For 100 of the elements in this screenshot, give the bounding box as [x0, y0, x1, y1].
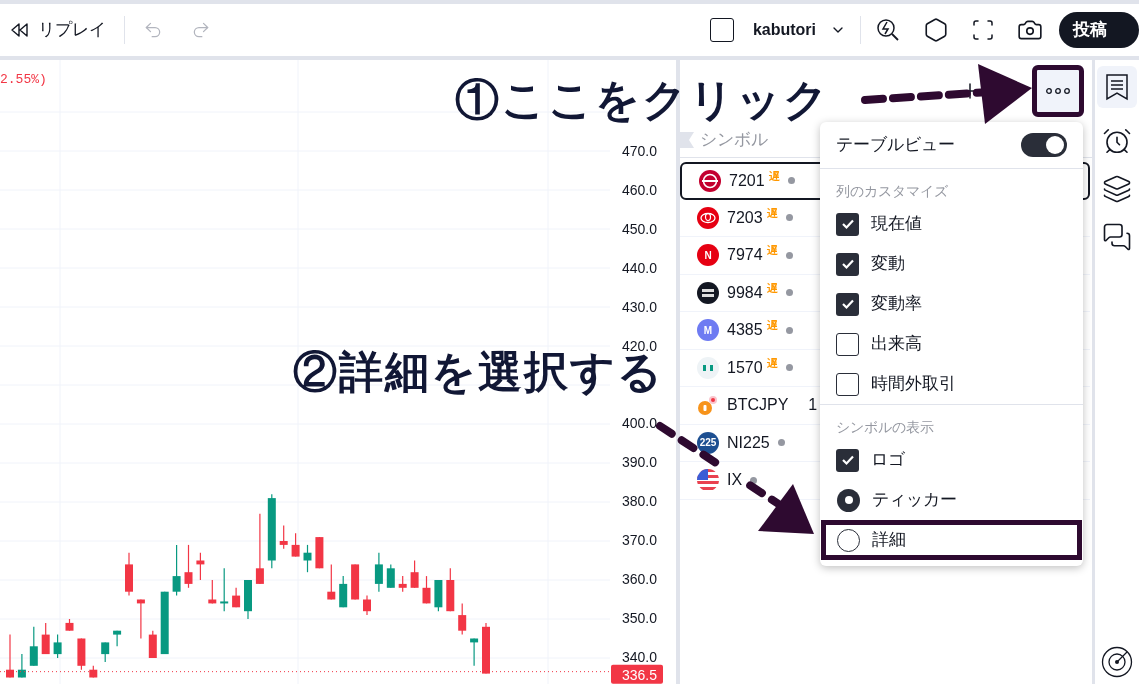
replay-button[interactable]: リプレイ	[10, 17, 106, 43]
price-axis-label: 390.0	[621, 454, 657, 470]
publish-button[interactable]: 投稿	[1059, 12, 1139, 48]
candlestick	[101, 641, 110, 663]
candlestick	[29, 626, 38, 667]
checkbox[interactable]	[836, 448, 859, 472]
checkbox[interactable]	[836, 372, 859, 396]
target-icon[interactable]	[1101, 646, 1133, 678]
delayed-tag: 遅	[768, 167, 780, 184]
symbol-text: 4385	[727, 320, 763, 341]
delayed-tag: 遅	[766, 354, 778, 371]
candlestick	[470, 637, 479, 667]
price-axis-label: 340.0	[621, 649, 657, 665]
checkbox[interactable]	[836, 332, 859, 356]
alarm-clock-icon[interactable]	[1102, 126, 1132, 156]
candlestick	[184, 544, 193, 589]
candlestick	[125, 552, 133, 597]
symbol-text: 9984	[727, 282, 763, 303]
flag-icon	[680, 131, 694, 148]
menu-item[interactable]: 詳細	[821, 520, 1082, 560]
list-bookmark-icon	[1105, 73, 1129, 101]
candlestick	[77, 637, 86, 671]
symbol-text: 7201	[729, 170, 765, 191]
toggle-switch[interactable]	[1021, 133, 1067, 157]
candlestick	[422, 575, 431, 604]
candlestick	[113, 630, 122, 647]
checkbox[interactable]	[836, 252, 859, 276]
candlestick	[255, 513, 264, 585]
candlestick	[339, 575, 348, 608]
layout-name-button[interactable]: kabutori	[752, 18, 816, 42]
candlestick	[41, 622, 50, 655]
hexagon-icon[interactable]	[923, 17, 949, 43]
radio-button[interactable]	[837, 528, 860, 552]
watchlist-tab[interactable]	[1097, 66, 1137, 108]
layers-icon[interactable]	[1102, 174, 1132, 204]
candlestick	[327, 563, 336, 601]
symbol-text: NI225	[727, 432, 770, 453]
menu-item[interactable]: ティッカー	[821, 480, 1082, 520]
candlestick	[374, 552, 383, 593]
rewind-icon	[10, 23, 30, 37]
section-title: シンボルの表示	[835, 418, 935, 437]
candlestick	[410, 559, 419, 589]
menu-item-label: 出来高	[871, 333, 922, 356]
candlestick	[279, 524, 288, 550]
price-axis-label: 360.0	[621, 571, 657, 587]
price-axis-label: 470.0	[621, 143, 657, 159]
candlestick	[446, 567, 455, 612]
logo-icon: N	[697, 244, 719, 267]
symbol-text: 7203	[727, 207, 763, 228]
symbol-text: IX	[727, 470, 743, 491]
price-axis-label: 450.0	[621, 221, 657, 237]
menu-item-label: ロゴ	[871, 449, 905, 472]
candlestick	[53, 634, 62, 659]
candlestick	[208, 579, 217, 604]
checkbox-square-icon[interactable]	[709, 18, 734, 42]
chat-icon[interactable]	[1102, 222, 1132, 252]
price-axis-label: 400.0	[621, 415, 657, 431]
candlestick	[196, 552, 205, 581]
more-button[interactable]	[1032, 65, 1084, 117]
delayed-tag: 遅	[766, 279, 778, 296]
column-header: シンボル	[700, 128, 768, 151]
logo-icon: 225	[697, 431, 719, 454]
menu-item-label: 現在値	[871, 213, 922, 236]
check-icon	[840, 454, 855, 466]
change-percent-text: 2.55%)	[0, 71, 47, 89]
candlestick	[434, 579, 443, 612]
symbol-text: 7974	[727, 245, 763, 266]
menu-item-label: ティッカー	[872, 489, 957, 512]
check-icon	[840, 258, 855, 270]
candlestick	[160, 591, 169, 655]
more-icon	[1046, 88, 1070, 94]
checkbox[interactable]	[836, 292, 859, 316]
delayed-tag: 遅	[766, 204, 778, 221]
menu-item-label: 詳細	[872, 529, 906, 552]
logo-icon: M	[697, 319, 719, 342]
menu-item-label: テーブルビュー	[836, 134, 955, 157]
candlestick	[65, 618, 74, 632]
candlestick	[386, 563, 395, 589]
menu-item-label: 変動	[871, 253, 905, 276]
candlestick	[148, 630, 157, 659]
checkbox[interactable]	[836, 212, 859, 236]
candlestick	[458, 602, 467, 636]
lightning-search-icon[interactable]	[875, 17, 901, 43]
price-text: 1	[808, 395, 818, 416]
price-axis-label: 460.0	[621, 182, 657, 198]
candlestick	[172, 544, 181, 597]
symbol-text: 1570	[727, 357, 763, 378]
price-axis-label: 370.0	[621, 532, 657, 548]
candlestick	[315, 536, 324, 569]
price-axis-label: 440.0	[621, 260, 657, 276]
candlestick	[291, 532, 300, 558]
menu-item-label: 時間外取引	[871, 373, 956, 396]
candlestick	[351, 563, 360, 601]
candlestick	[232, 587, 241, 608]
radio-button[interactable]	[837, 488, 860, 512]
annotation-text: ①ここをクリック	[455, 78, 830, 122]
fullscreen-icon[interactable]	[971, 18, 995, 42]
section-title: 列のカスタマイズ	[835, 182, 949, 201]
last-price-tag: 336.5	[611, 664, 663, 684]
candlestick	[136, 598, 145, 640]
